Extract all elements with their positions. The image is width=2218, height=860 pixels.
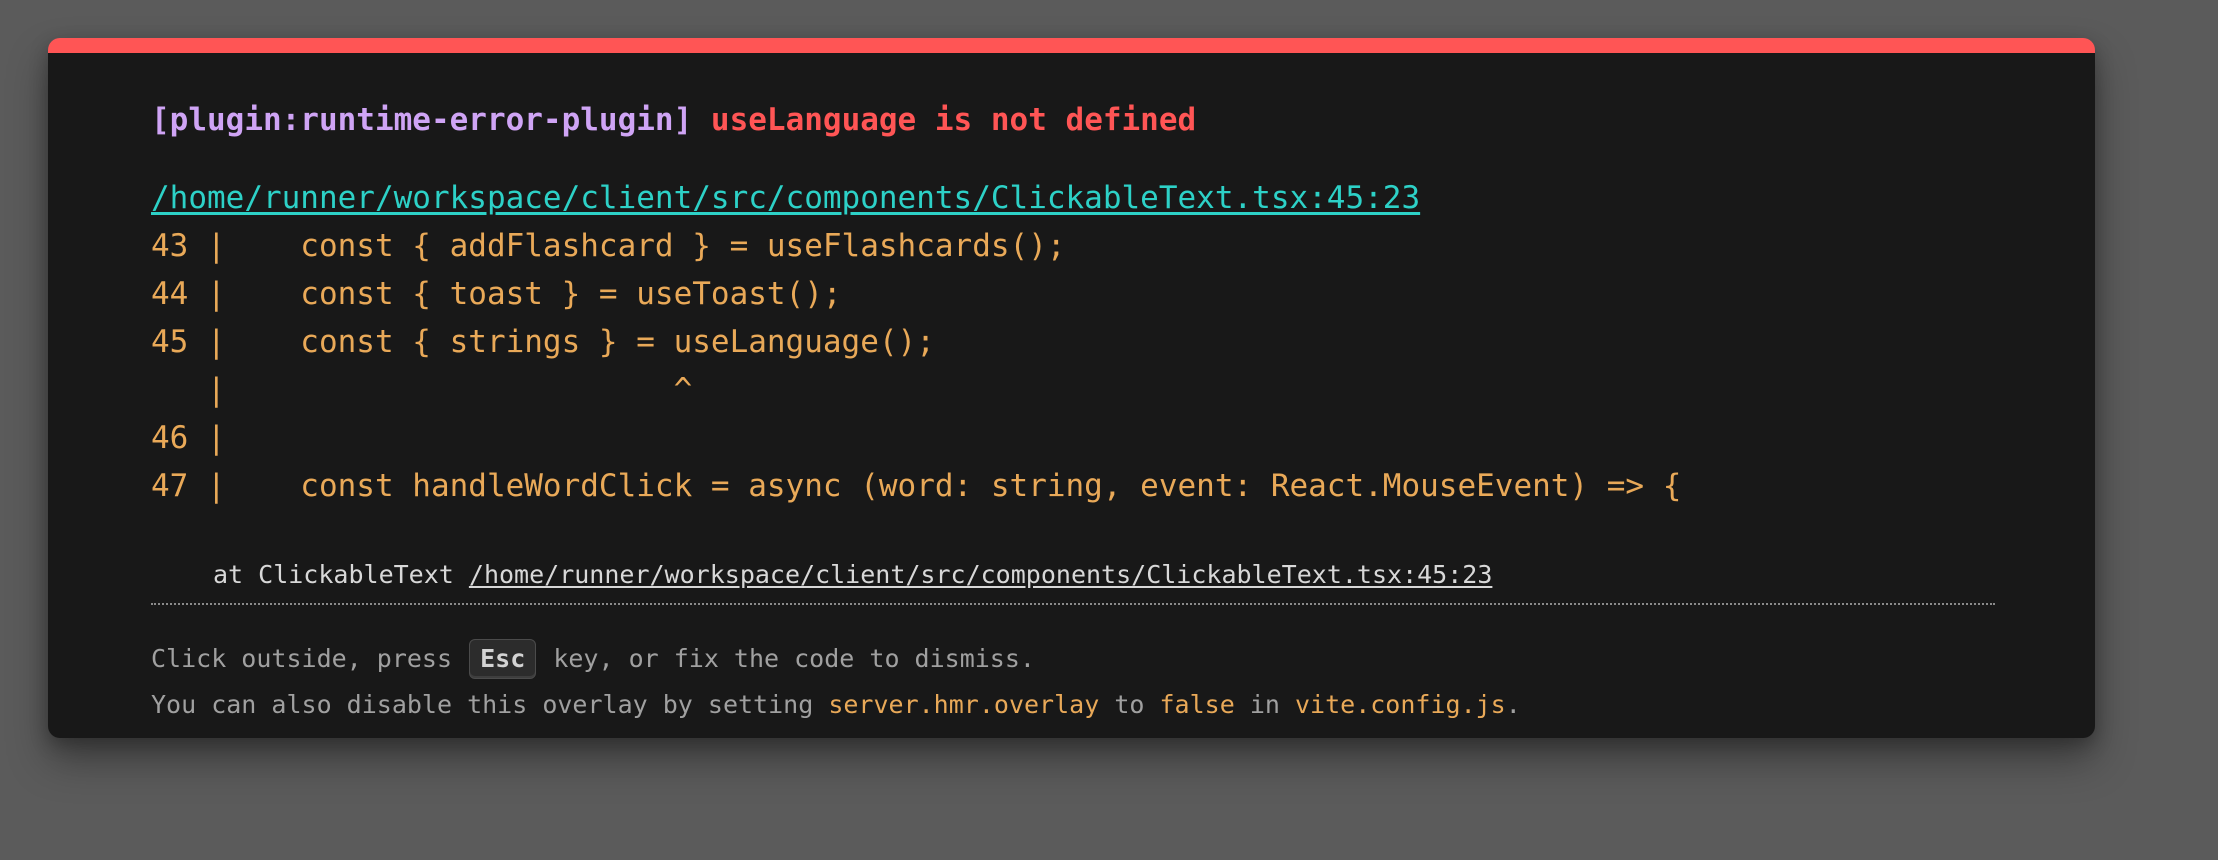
stack-file-link[interactable]: /home/runner/workspace/client/src/compon… [469, 560, 1493, 589]
tip-text: to [1114, 690, 1145, 719]
code-frame-caret-line: | ^ [151, 372, 693, 408]
code-frame-line: 45 | const { strings } = useLanguage(); [151, 324, 935, 360]
config-key: server.hmr.overlay [828, 690, 1100, 719]
config-tip: You can also disable this overlay by set… [151, 688, 1521, 722]
error-file-link[interactable]: /home/runner/workspace/client/src/compon… [151, 178, 1420, 218]
dismiss-tip: Click outside, press Esc key, or fix the… [151, 639, 1035, 679]
divider [151, 603, 1995, 605]
code-frame-line: 47 | const handleWordClick = async (word… [151, 468, 1682, 504]
esc-key: Esc [469, 639, 537, 679]
config-file: vite.config.js [1295, 690, 1506, 719]
tip-text: Click outside, press [151, 644, 453, 673]
stack-prefix: at ClickableText [213, 560, 454, 589]
plugin-tag: [plugin:runtime-error-plugin] [151, 102, 693, 138]
tip-text: in [1249, 690, 1280, 719]
code-frame-line: 46 | [151, 420, 226, 456]
code-frame-line: 44 | const { toast } = useToast(); [151, 276, 842, 312]
tip-text: You can also disable this overlay by set… [151, 690, 814, 719]
error-message: [plugin:runtime-error-plugin] useLanguag… [151, 100, 1196, 140]
false-value: false [1159, 690, 1235, 719]
error-overlay: [plugin:runtime-error-plugin] useLanguag… [48, 38, 2095, 738]
error-text: useLanguage is not defined [710, 102, 1197, 138]
code-frame-line: 43 | const { addFlashcard } = useFlashca… [151, 228, 1066, 264]
tip-period: . [1505, 690, 1521, 719]
tip-text: key, or fix the code to dismiss. [553, 644, 1035, 673]
code-frame: 43 | const { addFlashcard } = useFlashca… [151, 222, 1681, 510]
stack-trace: at ClickableText /home/runner/workspace/… [213, 558, 1492, 592]
